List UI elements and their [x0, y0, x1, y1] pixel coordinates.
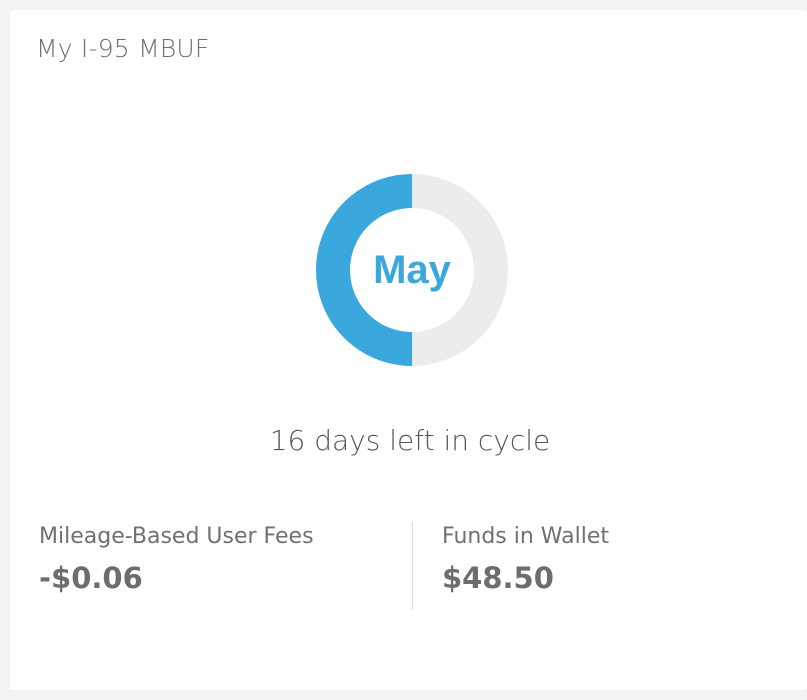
- fees-stat: Mileage-Based User Fees -$0.06: [39, 524, 314, 595]
- card-title: My I-95 MBUF: [36, 34, 210, 63]
- fees-label: Mileage-Based User Fees: [39, 524, 314, 549]
- wallet-value: $48.50: [442, 561, 554, 595]
- wallet-label: Funds in Wallet: [442, 524, 610, 549]
- fees-value: -$0.06: [39, 561, 143, 595]
- cycle-progress-ring: May: [316, 174, 508, 366]
- mbuf-card: My I-95 MBUF May 16 days left in cycle M…: [10, 10, 807, 690]
- days-left-text: 16 days left in cycle: [269, 424, 551, 457]
- stats-divider: [412, 522, 413, 610]
- wallet-stat: Funds in Wallet $48.50: [442, 524, 609, 595]
- cycle-month-label: May: [373, 247, 451, 292]
